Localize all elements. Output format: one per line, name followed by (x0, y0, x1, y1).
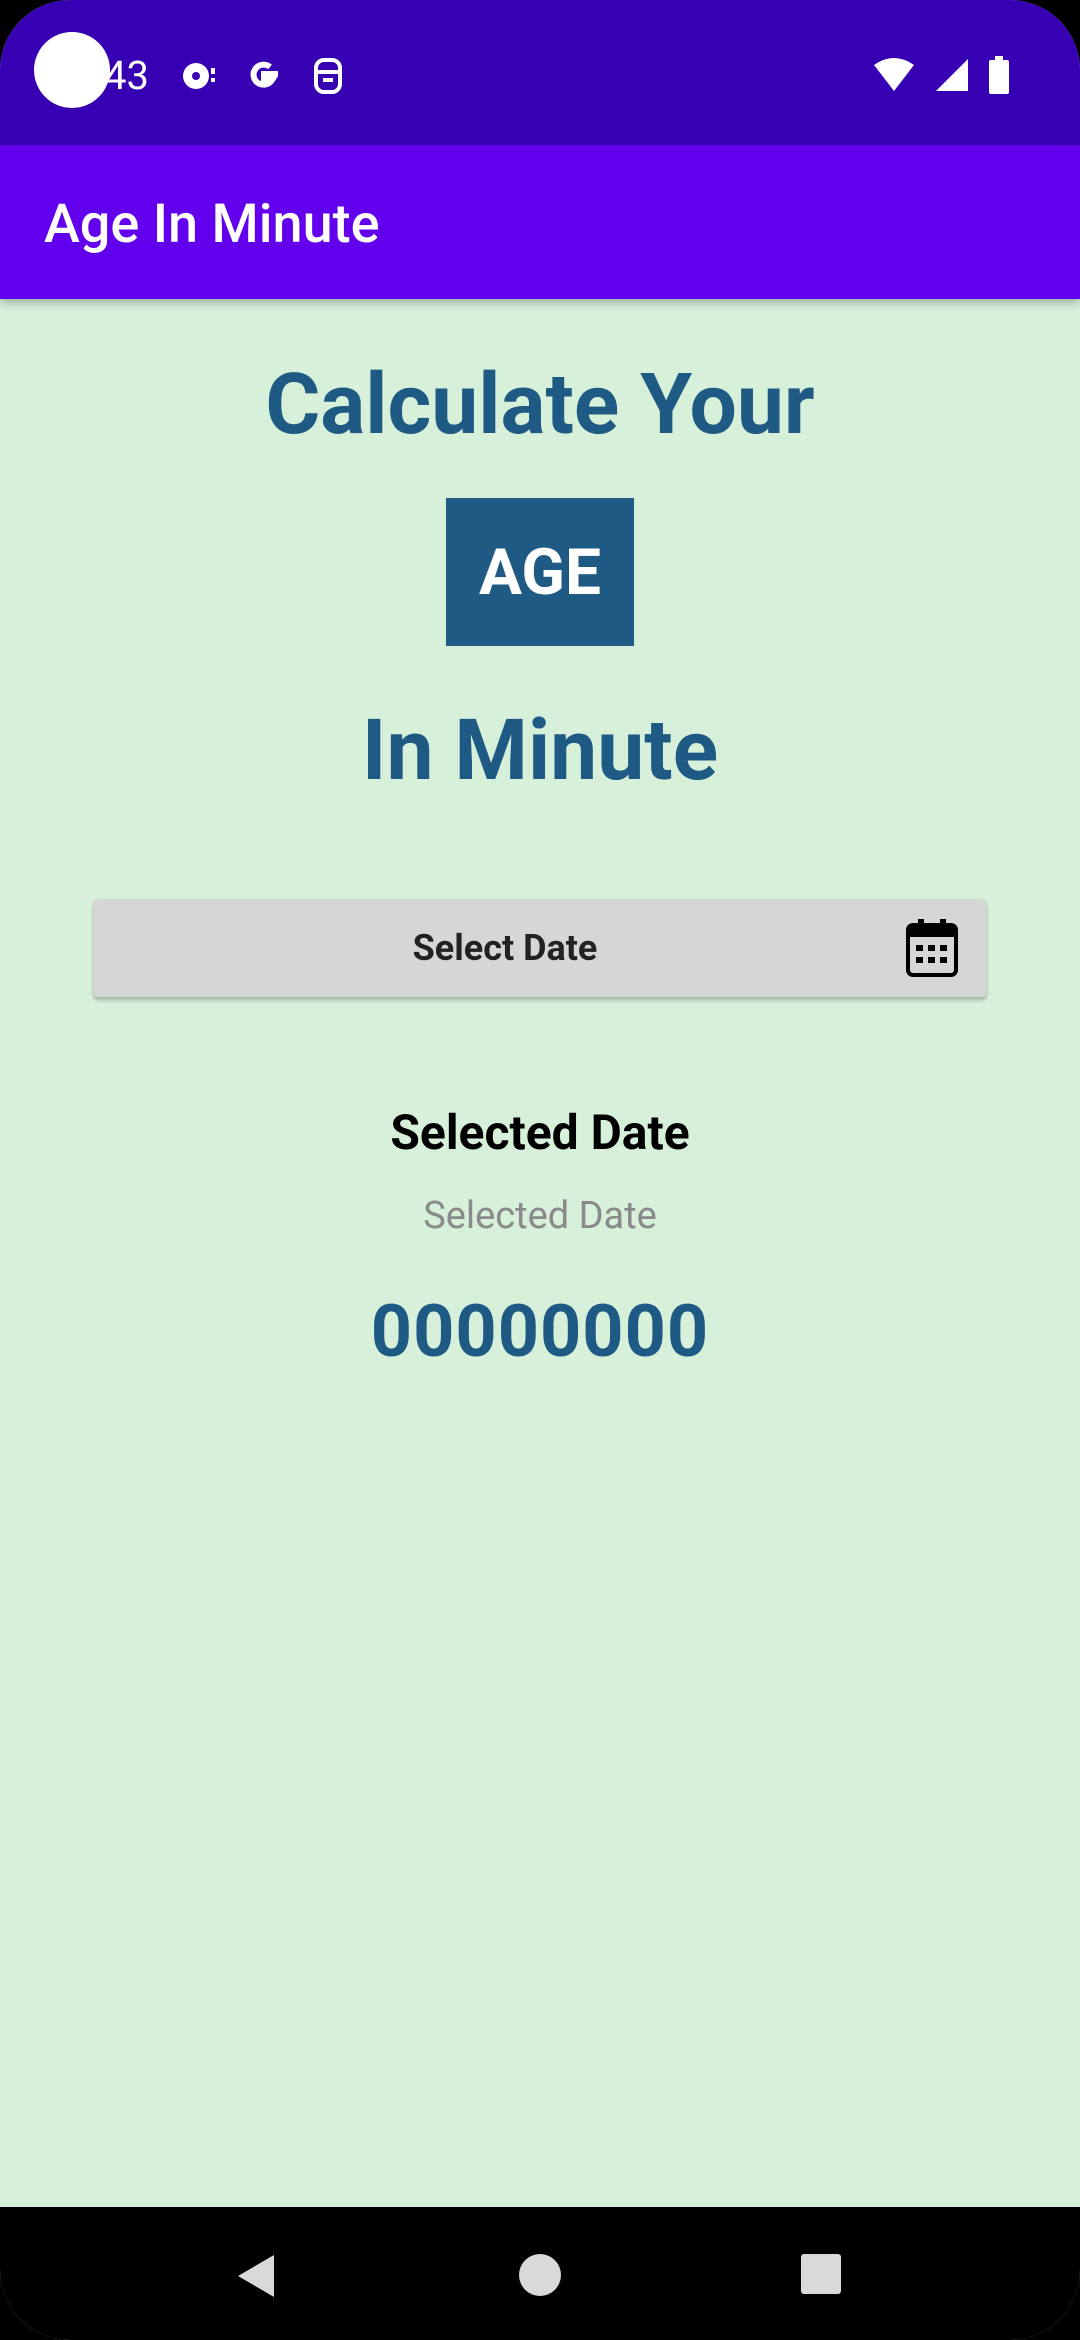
status-bar: 43 (0, 0, 1080, 145)
camera-cutout (34, 32, 110, 108)
status-time: 43 (104, 52, 149, 99)
select-date-button[interactable]: Select Date (94, 899, 986, 997)
media-icon (178, 56, 218, 96)
status-icons-left (178, 56, 346, 96)
calendar-icon (906, 919, 958, 981)
selected-date-title: Selected Date (390, 1104, 690, 1161)
age-badge: AGE (446, 498, 634, 646)
signal-icon (934, 57, 970, 93)
app-title: Age In Minute (44, 193, 380, 256)
google-icon (244, 56, 284, 96)
main-content: Calculate Your AGE In Minute Select Date (0, 299, 1080, 2207)
status-icons-right (872, 56, 1010, 94)
heading-calculate-your: Calculate Your (265, 355, 815, 454)
recents-icon[interactable] (800, 2253, 842, 2299)
screenshot-icon (310, 56, 346, 96)
home-icon[interactable] (518, 2253, 562, 2301)
navigation-bar (0, 2207, 1080, 2340)
back-icon[interactable] (234, 2253, 278, 2303)
app-screen: 43 Age In Minute Calculate Your AGE In M… (0, 0, 1080, 2340)
select-date-label: Select Date (412, 927, 598, 969)
wifi-icon (872, 57, 916, 93)
selected-date-value: Selected Date (423, 1194, 657, 1238)
battery-icon (988, 56, 1010, 94)
age-in-minutes-value: 00000000 (370, 1289, 710, 1374)
app-bar: Age In Minute (0, 145, 1080, 299)
heading-in-minute: In Minute (361, 701, 719, 800)
